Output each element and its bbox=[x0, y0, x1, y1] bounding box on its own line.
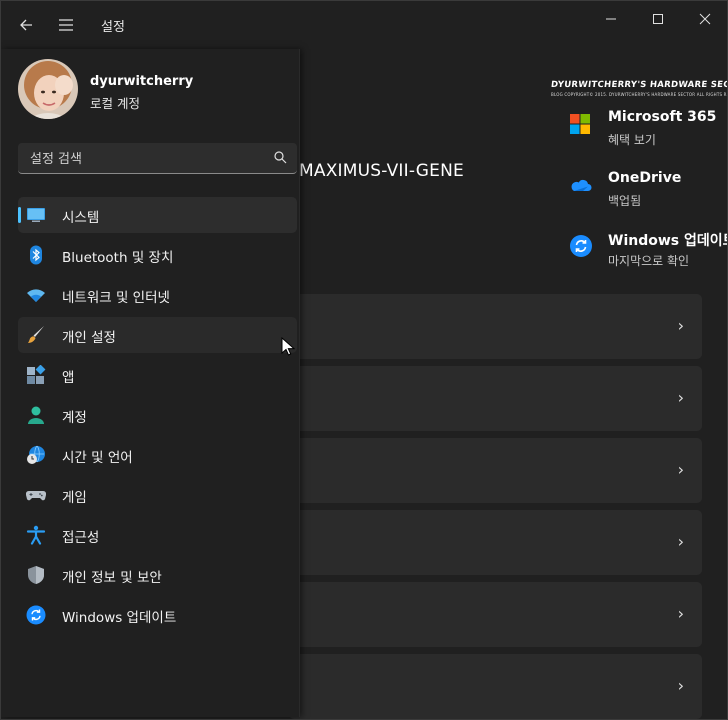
nav-label: 접근성 bbox=[62, 530, 100, 546]
nav-label: 시간 및 언어 bbox=[62, 450, 133, 466]
service-sub: 백업됨 bbox=[608, 194, 642, 208]
navigation-pane: dyurwitcherry 로컬 계정 시스템 Bluetooth 및 장치 네… bbox=[1, 49, 300, 717]
user-name: dyurwitcherry bbox=[90, 74, 194, 89]
selection-indicator bbox=[18, 207, 21, 223]
shield-icon bbox=[28, 566, 44, 584]
settings-card[interactable]: › bbox=[289, 654, 702, 719]
onedrive-icon bbox=[569, 174, 593, 198]
accessibility-icon bbox=[26, 525, 46, 545]
nav-label: Bluetooth 및 장치 bbox=[62, 250, 174, 266]
settings-card[interactable]: › bbox=[289, 294, 702, 359]
search-box[interactable] bbox=[18, 143, 297, 174]
account-type: 로컬 계정 bbox=[90, 96, 140, 111]
nav-label: 네트워크 및 인터넷 bbox=[62, 290, 170, 306]
watermark-title: DYURWITCHERRY'S HARDWARE SECTOR bbox=[550, 80, 728, 90]
account-icon bbox=[28, 406, 44, 424]
chevron-right-icon: › bbox=[677, 388, 684, 407]
avatar bbox=[18, 59, 78, 119]
search-icon bbox=[274, 151, 287, 164]
nav-item-network[interactable]: 네트워크 및 인터넷 bbox=[18, 277, 297, 313]
wifi-icon bbox=[27, 289, 45, 302]
apps-icon bbox=[27, 365, 46, 384]
back-button[interactable] bbox=[14, 13, 38, 37]
search-input[interactable] bbox=[28, 148, 262, 170]
menu-button[interactable] bbox=[54, 13, 78, 37]
nav-item-time-language[interactable]: 시간 및 언어 bbox=[18, 437, 297, 473]
nav-label: 개인 설정 bbox=[62, 330, 116, 346]
back-arrow-icon bbox=[20, 19, 32, 31]
nav-item-gaming[interactable]: 게임 bbox=[18, 477, 297, 513]
service-name: Microsoft 365 bbox=[608, 109, 717, 125]
service-onedrive[interactable]: OneDrive 백업됨 bbox=[569, 170, 727, 214]
windows-update-icon bbox=[569, 234, 593, 258]
device-name: MAXIMUS-VII-GENE bbox=[299, 161, 464, 181]
nav-label: 게임 bbox=[62, 490, 87, 506]
service-name: OneDrive bbox=[608, 170, 682, 186]
nav-item-windows-update[interactable]: Windows 업데이트 bbox=[18, 597, 297, 633]
maximize-button[interactable] bbox=[640, 7, 676, 31]
service-windows-update[interactable]: Windows 업데이트 마지막으로 확인 bbox=[569, 230, 728, 274]
nav-label: 계정 bbox=[62, 410, 87, 426]
title-bar: 설정 bbox=[1, 1, 727, 49]
time-language-icon bbox=[27, 445, 45, 464]
bluetooth-icon bbox=[30, 245, 42, 265]
nav-label: Windows 업데이트 bbox=[62, 610, 177, 626]
nav-label: 앱 bbox=[62, 370, 75, 386]
minimize-button[interactable] bbox=[593, 7, 629, 31]
settings-card[interactable]: › bbox=[289, 438, 702, 503]
nav-item-accessibility[interactable]: 접근성 bbox=[18, 517, 297, 553]
chevron-right-icon: › bbox=[677, 316, 684, 335]
nav-item-system[interactable]: 시스템 bbox=[18, 197, 297, 233]
user-profile[interactable]: dyurwitcherry 로컬 계정 bbox=[18, 59, 288, 119]
nav-label: 시스템 bbox=[62, 210, 100, 226]
close-button[interactable] bbox=[687, 7, 723, 31]
settings-card[interactable]: › bbox=[289, 510, 702, 575]
settings-card[interactable]: › bbox=[289, 366, 702, 431]
close-icon bbox=[699, 13, 711, 25]
mouse-cursor-icon bbox=[281, 337, 295, 356]
chevron-right-icon: › bbox=[677, 604, 684, 623]
windows-update-icon bbox=[26, 605, 46, 625]
nav-item-accounts[interactable]: 계정 bbox=[18, 397, 297, 433]
nav-label: 개인 정보 및 보안 bbox=[62, 570, 162, 586]
hamburger-icon bbox=[59, 19, 73, 31]
window-title: 설정 bbox=[101, 20, 125, 35]
service-name: Windows 업데이트 bbox=[608, 233, 728, 249]
service-sub: 혜택 보기 bbox=[608, 133, 656, 147]
minimize-icon bbox=[606, 18, 616, 20]
settings-window: 설정 DYURWITCHERRY'S HARDWARE SECTOR BLOG … bbox=[0, 0, 728, 720]
nav-item-privacy-security[interactable]: 개인 정보 및 보안 bbox=[18, 557, 297, 593]
service-sub: 마지막으로 확인 bbox=[608, 254, 690, 268]
chevron-right-icon: › bbox=[677, 676, 684, 695]
chevron-right-icon: › bbox=[677, 532, 684, 551]
watermark-subtitle: BLOG COPYRIGHT© 2015. DYURWITCHERRY'S HA… bbox=[551, 92, 727, 97]
chevron-right-icon: › bbox=[677, 460, 684, 479]
service-microsoft-365[interactable]: Microsoft 365 혜택 보기 bbox=[569, 109, 727, 153]
system-icon bbox=[27, 208, 45, 222]
brush-icon bbox=[28, 326, 44, 343]
microsoft-365-icon bbox=[569, 113, 593, 137]
gamepad-icon bbox=[26, 490, 46, 501]
nav-item-personalization[interactable]: 개인 설정 bbox=[18, 317, 297, 353]
nav-item-apps[interactable]: 앱 bbox=[18, 357, 297, 393]
maximize-icon bbox=[653, 14, 663, 24]
settings-card[interactable]: › bbox=[289, 582, 702, 647]
watermark: DYURWITCHERRY'S HARDWARE SECTOR BLOG COP… bbox=[550, 80, 728, 97]
nav-item-bluetooth[interactable]: Bluetooth 및 장치 bbox=[18, 237, 297, 273]
